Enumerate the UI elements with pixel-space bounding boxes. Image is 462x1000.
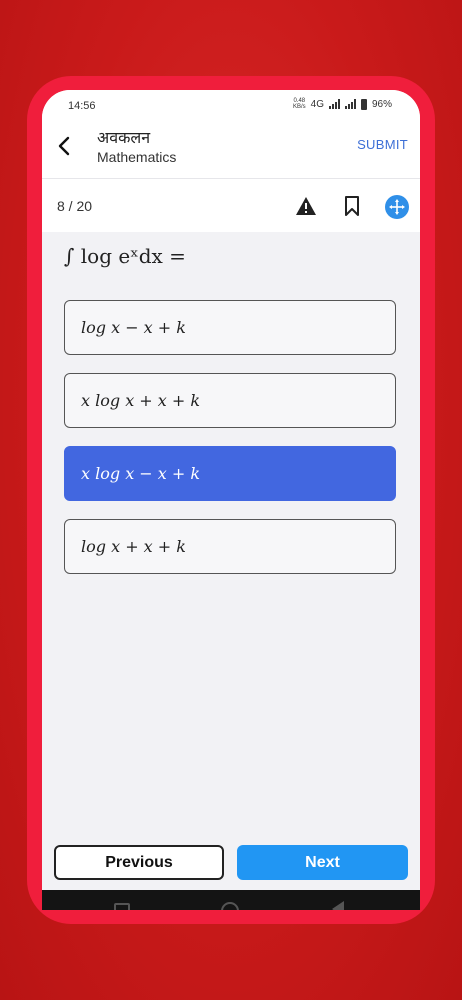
next-button[interactable]: Next <box>237 845 408 880</box>
network-type: 4G <box>310 98 324 110</box>
question-text: ∫ log eˣdx = <box>64 244 186 268</box>
page-subtitle: Mathematics <box>97 149 177 165</box>
status-bar: 14:56 0.48 KB/s 4G 96% <box>42 90 420 118</box>
back-nav-icon[interactable] <box>332 901 344 910</box>
signal-icon-2 <box>344 99 356 109</box>
option-1[interactable]: log x − x + k <box>64 300 396 355</box>
network-speed: 0.48 KB/s <box>293 98 306 110</box>
bookmark-icon[interactable] <box>344 195 360 217</box>
home-nav-icon[interactable] <box>221 902 239 910</box>
back-arrow-icon[interactable] <box>56 134 72 158</box>
status-time: 14:56 <box>68 100 96 112</box>
question-counter: 8 / 20 <box>57 198 93 214</box>
warning-icon[interactable] <box>295 196 317 216</box>
app-header: अवकलन Mathematics SUBMIT <box>42 118 420 179</box>
square-nav-icon[interactable] <box>114 903 130 910</box>
move-icon-glyph <box>389 199 405 215</box>
option-2[interactable]: x log x + x + k <box>64 373 396 428</box>
page-title: अवकलन <box>97 130 151 147</box>
network-speed-unit: KB/s <box>292 104 306 110</box>
phone-screen: 14:56 0.48 KB/s 4G 96% अवकलन Mathematics… <box>42 90 420 910</box>
signal-icon <box>328 99 340 109</box>
status-indicators: 0.48 KB/s 4G 96% <box>293 98 392 110</box>
move-icon[interactable] <box>385 195 409 219</box>
battery-icon <box>360 98 367 110</box>
submit-button[interactable]: SUBMIT <box>357 137 408 152</box>
system-nav-bar <box>42 890 420 910</box>
battery-percent: 96% <box>371 98 392 110</box>
previous-button[interactable]: Previous <box>54 845 224 880</box>
option-4[interactable]: log x + x + k <box>64 519 396 574</box>
question-toolbar: 8 / 20 <box>42 179 420 232</box>
option-3-selected[interactable]: x log x − x + k <box>64 446 396 501</box>
